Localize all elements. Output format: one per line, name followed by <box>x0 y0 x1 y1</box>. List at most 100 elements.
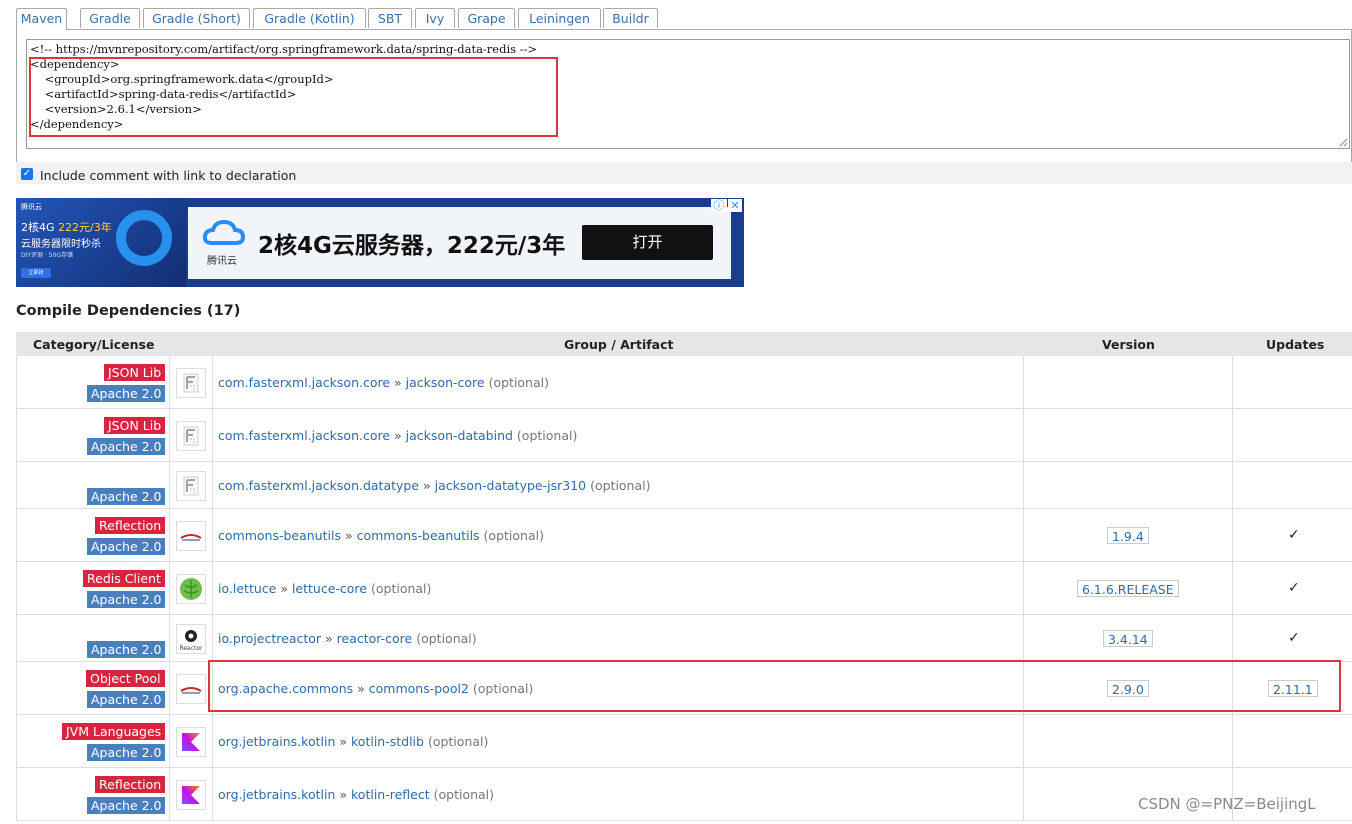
tab-gradle-short[interactable]: Gradle (Short) <box>143 8 250 28</box>
license-badge[interactable]: Apache 2.0 <box>87 488 166 505</box>
ad-open-button[interactable]: 打开 <box>582 225 713 260</box>
tab-leiningen[interactable]: Leiningen <box>518 8 601 28</box>
section-title: Compile Dependencies (17) <box>16 303 241 319</box>
tab-grape[interactable]: Grape <box>458 8 515 28</box>
category-badge[interactable]: Reflection <box>95 517 166 534</box>
tab-sbt[interactable]: SBT <box>368 8 412 28</box>
version-link[interactable]: 1.9.4 <box>1107 527 1149 544</box>
tencent-cloud-logo-icon <box>202 219 246 245</box>
group-link[interactable]: org.jetbrains.kotlin <box>218 787 335 802</box>
up-to-date-check-icon: ✓ <box>1288 527 1300 543</box>
ad-promo-subline: 云服务器限时秒杀 <box>21 239 101 250</box>
artifact-name-link[interactable]: reactor-core <box>337 631 413 646</box>
ad-small-button[interactable]: 立即抢 <box>21 268 51 278</box>
dependency-row: Redis Client Apache 2.0 io.lettuce » lettu… <box>16 562 1352 615</box>
code-line: <!-- https://mvnrepository.com/artifact/… <box>30 42 538 56</box>
dependency-row: JVM Languages Apache 2.0 org.jetbrains.kot… <box>16 715 1352 768</box>
tab-gradle[interactable]: Gradle <box>80 8 140 28</box>
up-to-date-check-icon: ✓ <box>1288 630 1300 646</box>
ad-close-icon[interactable]: ✕ <box>728 199 742 212</box>
dependency-row: Reflection Apache 2.0 commons-beanutils » … <box>16 509 1352 562</box>
optional-label: (optional) <box>433 787 495 802</box>
version-link[interactable]: 6.1.6.RELEASE <box>1077 580 1179 597</box>
license-badge[interactable]: Apache 2.0 <box>87 438 166 455</box>
group-link[interactable]: org.jetbrains.kotlin <box>218 734 335 749</box>
optional-label: (optional) <box>488 375 549 390</box>
ad-info-icon[interactable]: ⓘ <box>711 199 727 212</box>
tab-gradle-kotlin[interactable]: Gradle (Kotlin) <box>253 8 366 28</box>
category-badge[interactable]: JSON Lib <box>104 417 166 434</box>
ad-brand-label: 腾讯云 <box>21 203 42 211</box>
dependency-row: Apache 2.0 com.fasterxml.jackson.datatype… <box>16 462 1352 509</box>
license-badge[interactable]: Apache 2.0 <box>87 744 166 761</box>
ad-card[interactable]: 腾讯云 2核4G云服务器，222元/3年 打开 <box>188 207 731 279</box>
optional-label: (optional) <box>483 528 544 543</box>
artifact-link: org.jetbrains.kotlin » kotlin-reflect (o… <box>218 787 494 802</box>
advertisement-banner[interactable]: 腾讯云 2核4G 222元/3年 云服务器限时秒杀 DIY评测 · 50G存储 … <box>16 198 744 287</box>
kotlin-logo-icon <box>176 780 206 810</box>
optional-label: (optional) <box>416 631 477 646</box>
jackson-logo-icon <box>176 421 206 451</box>
artifact-name-link[interactable]: kotlin-reflect <box>351 787 430 802</box>
artifact-link: com.fasterxml.jackson.core » jackson-cor… <box>218 375 549 390</box>
svg-text:Reactor: Reactor <box>179 645 203 652</box>
license-badge[interactable]: Apache 2.0 <box>87 691 166 708</box>
category-badge[interactable]: Object Pool <box>86 670 165 687</box>
jackson-logo-icon <box>176 368 206 398</box>
artifact-name-link[interactable]: jackson-databind <box>406 428 513 443</box>
watermark: CSDN @=PNZ=BeijingL <box>1138 795 1316 813</box>
tab-ivy[interactable]: Ivy <box>415 8 455 28</box>
artifact-name-link[interactable]: kotlin-stdlib <box>351 734 424 749</box>
group-link[interactable]: commons-beanutils <box>218 528 341 543</box>
group-link[interactable]: io.projectreactor <box>218 631 321 646</box>
artifact-name-link[interactable]: commons-beanutils <box>357 528 480 543</box>
separator: » <box>423 478 431 493</box>
dependency-row: Apache 2.0 Reactor io.projectreactor » rea… <box>16 615 1352 662</box>
ad-promo-detail: DIY评测 · 50G存储 <box>21 252 74 259</box>
header-updates: Updates <box>1266 337 1325 352</box>
up-to-date-check-icon: ✓ <box>1288 580 1300 596</box>
artifact-name-link[interactable]: lettuce-core <box>292 581 367 596</box>
separator: » <box>344 528 353 543</box>
dependency-row: JSON Lib Apache 2.0 com.fasterxml.jackson.… <box>16 409 1352 462</box>
tab-maven[interactable]: Maven <box>16 8 67 30</box>
lettuce-logo-icon <box>176 574 206 604</box>
artifact-link: com.fasterxml.jackson.datatype » jackson… <box>218 478 651 493</box>
resize-grip-icon[interactable] <box>1339 138 1348 147</box>
artifact-link: commons-beanutils » commons-beanutils (o… <box>218 528 544 543</box>
category-badge[interactable]: JSON Lib <box>104 364 166 381</box>
version-link[interactable]: 3.4.14 <box>1103 630 1153 647</box>
category-badge[interactable]: Redis Client <box>83 570 165 587</box>
include-comment-label: Include comment with link to declaration <box>40 168 297 183</box>
artifact-link: io.lettuce » lettuce-core (optional) <box>218 581 431 596</box>
reactor-logo-icon: Reactor <box>176 624 206 654</box>
dependency-highlight-box <box>29 57 558 137</box>
group-link[interactable]: com.fasterxml.jackson.datatype <box>218 478 419 493</box>
group-link[interactable]: io.lettuce <box>218 581 276 596</box>
ad-promo-line: 2核4G 222元/3年 <box>21 221 112 234</box>
category-badge[interactable]: Reflection <box>95 776 166 793</box>
license-badge[interactable]: Apache 2.0 <box>87 385 166 402</box>
category-badge[interactable]: JVM Languages <box>62 723 166 740</box>
license-badge[interactable]: Apache 2.0 <box>87 538 166 555</box>
header-version: Version <box>1102 337 1155 352</box>
license-badge[interactable]: Apache 2.0 <box>87 591 166 608</box>
separator: » <box>339 787 348 802</box>
separator: » <box>339 734 348 749</box>
separator: » <box>280 581 288 596</box>
group-link[interactable]: com.fasterxml.jackson.core <box>218 375 390 390</box>
tab-buildr[interactable]: Buildr <box>603 8 658 28</box>
optional-label: (optional) <box>427 734 489 749</box>
license-badge[interactable]: Apache 2.0 <box>87 641 166 658</box>
apache-feather-logo-icon <box>176 674 206 704</box>
ad-title: 2核4G云服务器，222元/3年 <box>258 233 566 259</box>
optional-label: (optional) <box>370 581 432 596</box>
optional-label: (optional) <box>590 478 651 493</box>
group-link[interactable]: com.fasterxml.jackson.core <box>218 428 390 443</box>
artifact-name-link[interactable]: jackson-core <box>406 375 485 390</box>
license-badge[interactable]: Apache 2.0 <box>87 797 166 814</box>
separator: » <box>394 428 402 443</box>
artifact-link: com.fasterxml.jackson.core » jackson-dat… <box>218 428 577 443</box>
artifact-name-link[interactable]: jackson-datatype-jsr310 <box>435 478 586 493</box>
include-comment-checkbox[interactable]: ✓ <box>21 168 33 180</box>
